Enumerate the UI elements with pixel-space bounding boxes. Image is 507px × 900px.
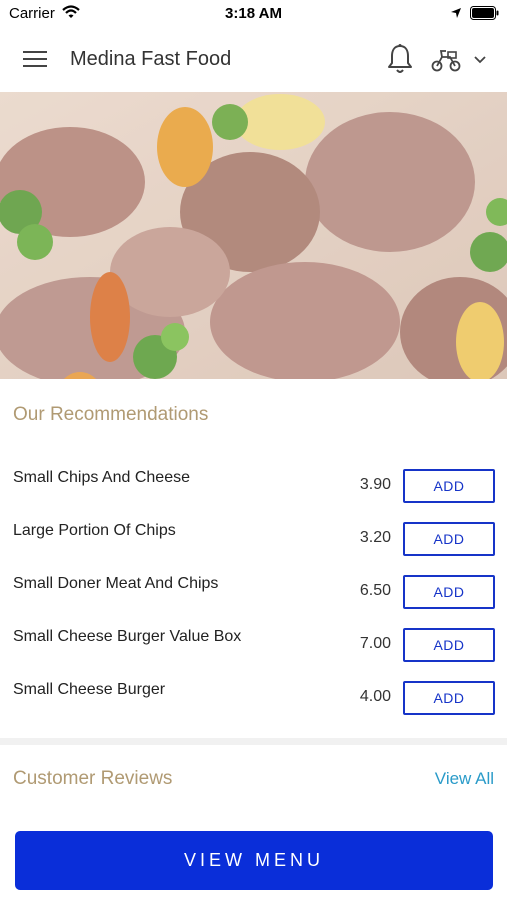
item-name: Small Cheese Burger (13, 681, 166, 698)
item-price: 3.20 (359, 529, 391, 546)
location-arrow-icon (450, 6, 462, 24)
item-price: 6.50 (359, 582, 391, 599)
status-time: 3:18 AM (225, 5, 282, 22)
reviews-title: Customer Reviews (13, 768, 173, 789)
battery-icon (470, 6, 500, 25)
add-button[interactable]: ADD (403, 522, 495, 556)
item-price: 4.00 (359, 688, 391, 705)
add-button[interactable]: ADD (403, 681, 495, 715)
list-item: Small Chips And Cheese 3.90 ADD (0, 456, 507, 509)
item-name: Small Cheese Burger Value Box (13, 628, 242, 645)
page-title: Medina Fast Food (70, 48, 232, 70)
bell-icon[interactable] (385, 43, 415, 75)
view-menu-button[interactable]: VIEW MENU (15, 831, 493, 890)
item-price: 7.00 (359, 635, 391, 652)
list-item: Small Cheese Burger Value Box 7.00 ADD (0, 615, 507, 668)
item-name: Small Doner Meat And Chips (13, 575, 219, 592)
app-header: Medina Fast Food (0, 28, 507, 92)
item-price: 3.90 (359, 476, 391, 493)
status-bar: Carrier 3:18 AM (0, 0, 507, 28)
list-item: Small Doner Meat And Chips 6.50 ADD (0, 562, 507, 615)
chevron-down-icon[interactable] (472, 53, 488, 67)
view-all-link[interactable]: View All (435, 769, 494, 789)
add-button[interactable]: ADD (403, 628, 495, 662)
list-item: Small Cheese Burger 4.00 ADD (0, 668, 507, 721)
item-name: Large Portion Of Chips (13, 522, 176, 539)
recommendations-title: Our Recommendations (13, 404, 209, 425)
item-name: Small Chips And Cheese (13, 469, 190, 486)
hero-food-image (0, 92, 507, 379)
add-button[interactable]: ADD (403, 469, 495, 503)
add-button[interactable]: ADD (403, 575, 495, 609)
list-item: Large Portion Of Chips 3.20 ADD (0, 509, 507, 562)
recommendations-list: Small Chips And Cheese 3.90 ADD Large Po… (0, 456, 507, 721)
section-divider (0, 738, 507, 745)
delivery-scooter-icon[interactable] (430, 48, 462, 72)
hamburger-menu-icon[interactable] (22, 47, 48, 71)
